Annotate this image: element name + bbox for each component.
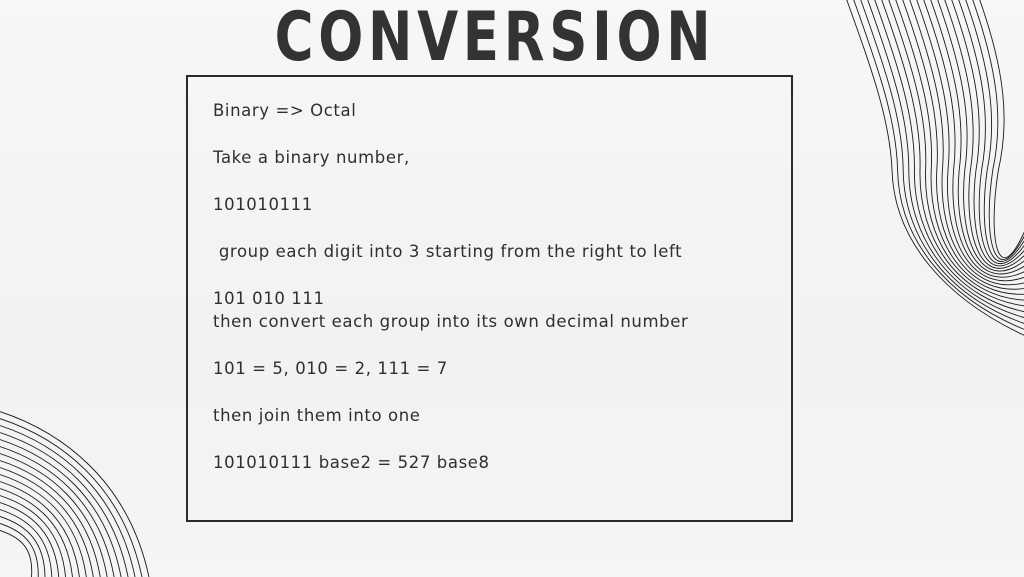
wave-line <box>0 411 150 577</box>
text-line-group-values: 101 = 5, 010 = 2, 111 = 7 <box>213 359 448 378</box>
wave-line <box>930 0 1024 275</box>
wave-line <box>902 0 1024 290</box>
wave-line <box>0 446 115 577</box>
text-line-grouped-digits: 101 010 111 <box>213 289 325 308</box>
wave-line <box>0 502 60 577</box>
wave-line <box>944 0 1024 269</box>
wave-line <box>874 0 1024 312</box>
wave-line <box>867 0 1024 318</box>
wave-line <box>979 0 1024 259</box>
wave-line <box>860 0 1024 324</box>
text-line-binary-number: 101010111 <box>213 195 313 214</box>
text-line-result: 101010111 base2 = 527 base8 <box>213 453 490 472</box>
text-line-instruction: Take a binary number, <box>213 148 410 167</box>
wave-line <box>951 0 1024 267</box>
wave-line <box>937 0 1024 272</box>
text-line-grouping-instruction: group each digit into 3 starting from th… <box>213 242 683 261</box>
wave-line <box>0 495 66 577</box>
wave-line <box>923 0 1024 278</box>
text-line-heading: Binary => Octal <box>213 101 357 120</box>
wave-line <box>0 509 53 577</box>
wave-line <box>888 0 1024 301</box>
wave-line <box>0 460 101 577</box>
wave-line <box>0 453 108 577</box>
wave-line <box>0 523 39 577</box>
bottom-left-wave-lines <box>0 411 150 577</box>
wave-line <box>0 488 73 577</box>
wave-line <box>0 516 46 577</box>
wave-line <box>0 432 129 577</box>
slide: CONVERSION Binary => Octal Take a binary… <box>0 0 1024 577</box>
wave-line <box>0 425 136 577</box>
wave-line <box>972 0 1024 260</box>
text-line-convert-instruction: then convert each group into its own dec… <box>213 312 689 331</box>
wave-line <box>0 439 122 577</box>
wave-line <box>0 418 143 577</box>
wave-line <box>958 0 1024 264</box>
wave-line <box>0 530 33 577</box>
wave-line <box>0 481 80 577</box>
text-line-join-instruction: then join them into one <box>213 406 421 425</box>
wave-line <box>909 0 1024 286</box>
wave-line <box>895 0 1024 295</box>
wave-line <box>0 467 94 577</box>
wave-line <box>965 0 1024 262</box>
wave-line <box>916 0 1024 282</box>
wave-line <box>881 0 1024 307</box>
wave-line <box>0 474 87 577</box>
slide-title: CONVERSION <box>274 0 716 77</box>
